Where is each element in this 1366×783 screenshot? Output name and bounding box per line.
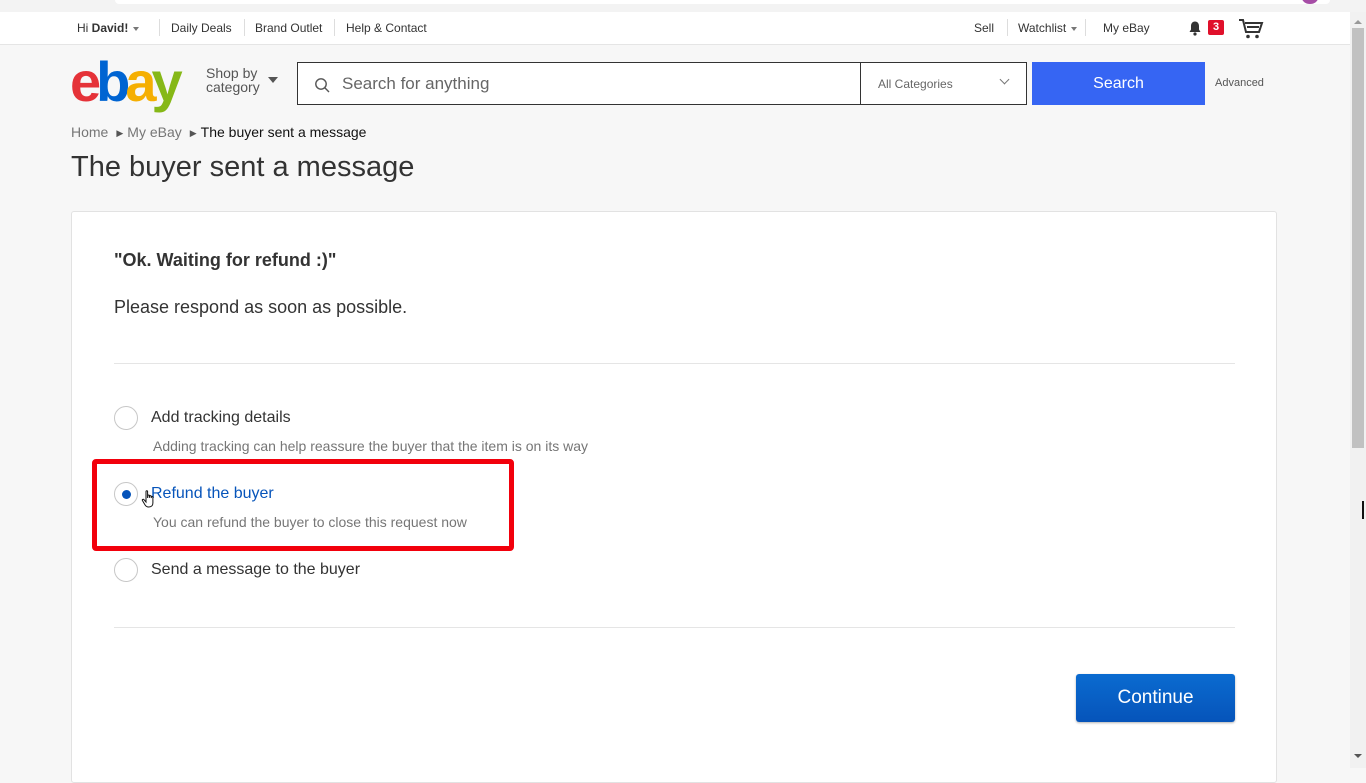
- user-name: David!: [91, 21, 129, 35]
- my-ebay-link[interactable]: My eBay: [1103, 21, 1150, 35]
- search-input[interactable]: [340, 63, 854, 104]
- divider: [114, 627, 1235, 628]
- continue-button[interactable]: Continue: [1076, 674, 1235, 722]
- search-icon: [315, 78, 330, 93]
- sell-link[interactable]: Sell: [974, 21, 994, 35]
- shop-by-line2: category: [206, 79, 260, 95]
- option-description: Adding tracking can help reassure the bu…: [153, 438, 589, 454]
- page-title: The buyer sent a message: [71, 151, 415, 183]
- page-scrollbar[interactable]: [1350, 12, 1366, 768]
- logo-letter: b: [96, 50, 130, 113]
- chevron-down-icon: [1071, 26, 1078, 31]
- global-header: Hi David! Daily Deals Brand Outlet Help …: [0, 12, 1350, 45]
- option-label: Send a message to the buyer: [151, 561, 361, 578]
- breadcrumb-my-ebay[interactable]: My eBay: [127, 124, 181, 140]
- scroll-down-arrow-icon[interactable]: [1354, 754, 1362, 758]
- advanced-search-link[interactable]: Advanced: [1215, 77, 1264, 89]
- buyer-message: "Ok. Waiting for refund :)": [114, 250, 337, 270]
- radio-send-message[interactable]: [114, 558, 138, 582]
- breadcrumb: Home ▶ My eBay ▶ The buyer sent a message: [71, 124, 366, 140]
- chevron-down-icon: [999, 74, 1010, 85]
- watchlist-label: Watchlist: [1018, 21, 1067, 35]
- browser-address-strip: [115, 0, 1330, 4]
- logo-letter: a: [125, 50, 156, 113]
- brand-outlet-link[interactable]: Brand Outlet: [255, 21, 322, 35]
- radio-refund-buyer[interactable]: [114, 482, 138, 506]
- response-card: "Ok. Waiting for refund :)" Please respo…: [71, 211, 1277, 783]
- browser-chrome: [0, 0, 1366, 12]
- ebay-logo[interactable]: ebay: [70, 54, 183, 110]
- divider: [244, 19, 245, 36]
- bell-icon[interactable]: [1187, 20, 1203, 36]
- notification-count-badge: 3: [1208, 20, 1224, 35]
- chevron-down-icon: [268, 77, 278, 83]
- divider: [1085, 19, 1086, 36]
- shop-by-line1: Shop by: [206, 65, 258, 81]
- option-description: You can refund the buyer to close this r…: [153, 514, 467, 530]
- divider: [159, 19, 160, 36]
- search-field[interactable]: [297, 62, 861, 105]
- breadcrumb-arrow-icon: ▶: [116, 128, 124, 138]
- breadcrumb-home[interactable]: Home: [71, 124, 108, 140]
- breadcrumb-current: The buyer sent a message: [200, 124, 367, 140]
- category-select[interactable]: All Categories: [860, 62, 1027, 105]
- category-select-value: All Categories: [878, 77, 953, 91]
- logo-letter: y: [151, 50, 183, 113]
- divider: [1007, 19, 1008, 36]
- hand-pointer-cursor-icon: [141, 490, 154, 508]
- radio-add-tracking[interactable]: [114, 406, 138, 430]
- text-cursor-icon: [1362, 501, 1364, 519]
- help-contact-link[interactable]: Help & Contact: [346, 21, 427, 35]
- logo-letter: e: [70, 50, 101, 113]
- breadcrumb-arrow-icon: ▶: [189, 128, 197, 138]
- divider: [114, 363, 1235, 364]
- chevron-down-icon: [133, 26, 140, 31]
- search-button[interactable]: Search: [1032, 62, 1205, 105]
- response-prompt: Please respond as soon as possible.: [114, 297, 408, 317]
- greeting-prefix: Hi: [77, 21, 92, 35]
- user-greeting-menu[interactable]: Hi David!: [77, 21, 140, 35]
- daily-deals-link[interactable]: Daily Deals: [171, 21, 232, 35]
- scroll-up-arrow-icon[interactable]: [1354, 20, 1362, 24]
- option-label: Refund the buyer: [151, 485, 274, 502]
- shop-by-category-button[interactable]: Shop by category: [206, 65, 278, 95]
- scrollbar-thumb[interactable]: [1352, 28, 1364, 448]
- watchlist-menu[interactable]: Watchlist: [1018, 21, 1078, 35]
- cart-icon[interactable]: [1238, 18, 1264, 40]
- divider: [334, 19, 335, 36]
- option-label: Add tracking details: [151, 409, 291, 426]
